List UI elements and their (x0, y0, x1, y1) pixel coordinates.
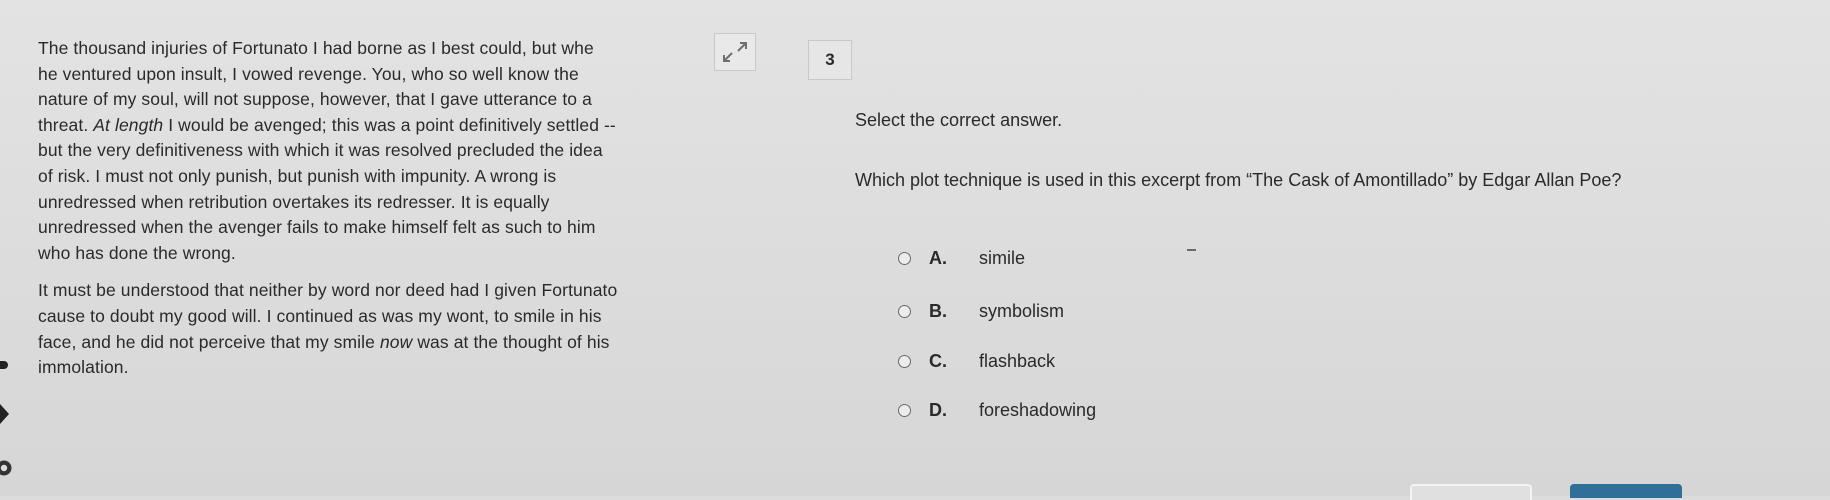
option-letter: C. (929, 351, 947, 371)
back-arrow-icon[interactable] (0, 404, 9, 424)
radio-button[interactable] (898, 252, 911, 265)
option-text: flashback (979, 351, 1056, 371)
answer-option-b[interactable]: B. symbolism (898, 301, 1064, 322)
italic-word: now (379, 331, 413, 352)
option-text: symbolism (979, 301, 1065, 321)
option-letter: D. (929, 400, 947, 420)
answer-option-a[interactable]: A. simile (898, 248, 1025, 269)
radio-button[interactable] (898, 404, 911, 417)
answer-option-d[interactable]: D. foreshadowing (898, 400, 1096, 421)
excerpt-passage: The thousand injuries of Fortunato I had… (38, 36, 758, 381)
option-text: simile (979, 248, 1026, 268)
option-text: foreshadowing (979, 400, 1097, 420)
answer-option-c[interactable]: C. flashback (898, 351, 1055, 372)
option-letter: B. (929, 301, 947, 321)
radio-button[interactable] (898, 355, 911, 368)
option-letter: A. (929, 248, 947, 268)
cursor-mark (1187, 249, 1196, 251)
expand-passage-button[interactable] (714, 33, 756, 71)
gear-icon[interactable] (0, 458, 16, 478)
expand-arrows-icon (723, 42, 747, 62)
sidebar-marker-dot (0, 361, 8, 369)
question-text: Which plot technique is used in this exc… (855, 170, 1622, 190)
question-number: 3 (808, 40, 852, 80)
instruction-text: Select the correct answer. (855, 110, 1063, 130)
passage-paragraph-2: It must be understood that neither by wo… (38, 280, 618, 378)
secondary-button[interactable] (1410, 484, 1532, 500)
italic-phrase: At length (93, 114, 164, 135)
radio-button[interactable] (898, 305, 911, 318)
passage-paragraph-1: The thousand injuries of Fortunato I had… (38, 38, 616, 263)
